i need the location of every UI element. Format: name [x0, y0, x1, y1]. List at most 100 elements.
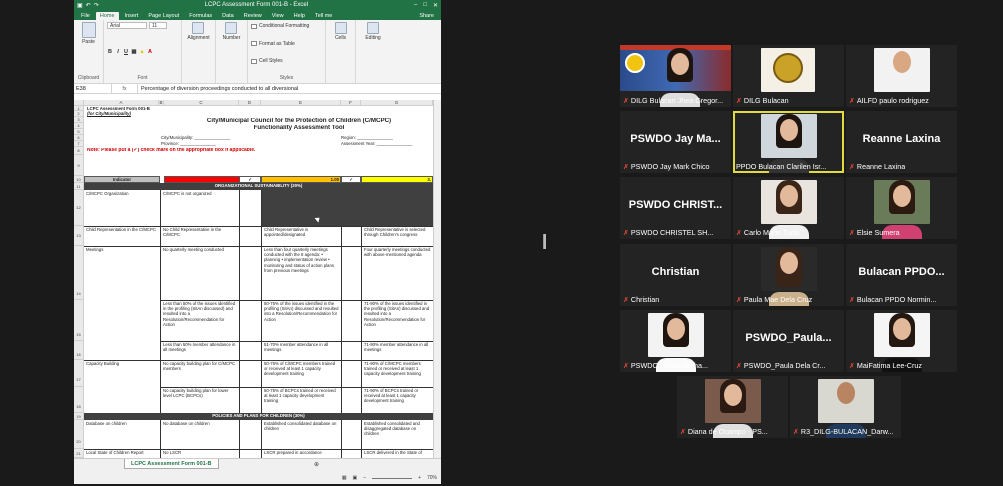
- row-header[interactable]: 10: [74, 176, 84, 183]
- score-red-cell[interactable]: [164, 176, 240, 183]
- zoom-out-icon[interactable]: –: [363, 475, 366, 481]
- criteria-cell[interactable]: No database on children: [162, 421, 238, 431]
- tab-formulas[interactable]: Formulas: [185, 12, 216, 20]
- fx-icon[interactable]: fx: [112, 84, 138, 93]
- row-header[interactable]: 19: [74, 413, 84, 420]
- criteria-cell[interactable]: No Child Representative in the C/MCPC: [162, 227, 238, 245]
- tab-home[interactable]: Home: [95, 12, 119, 20]
- tab-review[interactable]: Review: [240, 12, 266, 20]
- fill-color-icon[interactable]: ▲: [139, 49, 145, 55]
- indicator-cell[interactable]: Child Representation in the C/MCPC: [85, 227, 159, 245]
- participant-tile[interactable]: Bulacan PPDO... ✗ Bulacan PPDO Normin...: [846, 244, 957, 306]
- spreadsheet-grid[interactable]: A B C D E F G 1 2 3 4 5 6 7 8 9 10 11 12…: [74, 100, 441, 458]
- year-label[interactable]: Assessment Year: _______________: [340, 141, 434, 147]
- criteria-cell[interactable]: Established consolidated database on chi…: [263, 421, 340, 448]
- split-divider-handle[interactable]: [543, 234, 546, 249]
- note-text[interactable]: Note: Please put a (✓) check mark on the…: [86, 148, 386, 155]
- check-header[interactable]: ✓: [239, 176, 261, 183]
- editing-button[interactable]: Editing: [365, 22, 381, 41]
- number-button[interactable]: Number: [223, 22, 240, 41]
- sub-title[interactable]: Functionality Assessment Tool: [174, 125, 424, 132]
- check-header[interactable]: ✓: [341, 176, 361, 183]
- tab-help[interactable]: Help: [290, 12, 309, 20]
- undo-icon[interactable]: ↶: [86, 2, 91, 9]
- criteria-cell[interactable]: 50-75% of the issues identified in the p…: [263, 301, 340, 340]
- indicator-cell[interactable]: Local State of Children Report: [85, 450, 159, 458]
- row-header[interactable]: 16: [74, 341, 84, 360]
- criteria-cell[interactable]: 71-90% of BCPCs trained or received at l…: [363, 388, 433, 412]
- zoom-in-icon[interactable]: +: [418, 475, 421, 481]
- add-sheet-icon[interactable]: ⊕: [314, 461, 319, 468]
- cell-styles-button[interactable]: Cell Styles: [251, 57, 283, 65]
- criteria-cell[interactable]: No LSCR: [162, 450, 238, 458]
- criteria-cell[interactable]: 50-75% of BCPCs trained or received at l…: [263, 388, 340, 412]
- criteria-cell[interactable]: 71-90% member attendance in all meetings: [363, 342, 433, 359]
- tab-insert[interactable]: Insert: [121, 12, 143, 20]
- bold-button[interactable]: B: [107, 49, 113, 55]
- zoom-level[interactable]: 70%: [427, 475, 437, 481]
- row-header[interactable]: 18: [74, 387, 84, 413]
- normal-view-icon[interactable]: ▦: [342, 475, 347, 481]
- row-header[interactable]: 20: [74, 420, 84, 449]
- participant-tile[interactable]: ✗ MaiFatima Lee-Cruz: [846, 310, 957, 372]
- vertical-scrollbar[interactable]: [433, 100, 441, 458]
- participant-tile[interactable]: ✗ DILG Bulacan: [733, 45, 844, 107]
- criteria-cell[interactable]: No capacity building plan for lower leve…: [162, 388, 238, 412]
- criteria-cell[interactable]: C/MCPC is not organized: [162, 191, 238, 201]
- row-header[interactable]: 9: [74, 155, 84, 176]
- zoom-slider[interactable]: [372, 477, 413, 479]
- score-yellow-cell[interactable]: 3.: [361, 176, 433, 183]
- form-subtitle[interactable]: (for City/Municipality): [86, 111, 226, 117]
- main-title[interactable]: City/Municipal Council for the Protectio…: [174, 118, 424, 125]
- tab-file[interactable]: File: [77, 12, 94, 20]
- cells-button[interactable]: Cells: [334, 22, 347, 41]
- score-orange-cell[interactable]: 1.00: [261, 176, 341, 183]
- criteria-cell[interactable]: LSCR prepared in accordance: [263, 450, 340, 458]
- province-label[interactable]: Province: _______________: [160, 141, 270, 147]
- criteria-cell[interactable]: Child Representative is appointed/design…: [263, 227, 340, 245]
- criteria-cell[interactable]: 71-90% of C/MCPC members trained or rece…: [363, 361, 433, 386]
- conditional-formatting-button[interactable]: Conditional Formatting: [251, 22, 309, 30]
- participant-tile[interactable]: PSWDO Jay Ma... ✗ PSWDO Jay Mark Chico: [620, 111, 731, 173]
- shaded-cell[interactable]: [262, 190, 433, 226]
- underline-button[interactable]: U: [123, 49, 129, 55]
- maximize-icon[interactable]: □: [423, 2, 427, 9]
- page-layout-icon[interactable]: ▣: [353, 475, 358, 481]
- participant-tile[interactable]: ✗ Diana de Ocampo - PS...: [677, 376, 788, 438]
- tab-page-layout[interactable]: Page Layout: [144, 12, 183, 20]
- participant-tile[interactable]: Christian ✗ Christian: [620, 244, 731, 306]
- indicator-cell[interactable]: C/MCPC Organization: [85, 191, 159, 201]
- alignment-button[interactable]: Alignment: [187, 22, 210, 41]
- participant-tile[interactable]: PSWDO_Paula... ✗ PSWDO_Paula Dela Cr...: [733, 310, 844, 372]
- criteria-cell[interactable]: Established consolidated and disaggregat…: [363, 421, 433, 448]
- share-button[interactable]: Share: [415, 12, 438, 20]
- row-header[interactable]: 11: [74, 183, 84, 190]
- column-header[interactable]: D: [239, 100, 261, 106]
- row-header[interactable]: 13: [74, 226, 84, 246]
- font-name-select[interactable]: Arial: [107, 22, 147, 29]
- row-header[interactable]: 14: [74, 246, 84, 300]
- participant-tile[interactable]: ✗ PSWDO - Anna Micha...: [620, 310, 731, 372]
- minimize-icon[interactable]: –: [414, 2, 417, 9]
- italic-button[interactable]: I: [115, 49, 121, 55]
- sheet-tab[interactable]: LCPC Assessment Form 001-B: [124, 459, 219, 469]
- criteria-cell[interactable]: Less than 50% of the issues identified i…: [162, 301, 238, 340]
- indicator-cell[interactable]: Database on children: [85, 421, 159, 431]
- section-header[interactable]: ORGANIZATIONAL SUSTAINABILITY (20%): [84, 183, 433, 190]
- paste-button[interactable]: Paste: [81, 22, 96, 45]
- row-header[interactable]: 15: [74, 300, 84, 341]
- participant-tile[interactable]: ✗ DILG Bulacan Jhea Gregor...: [620, 45, 731, 107]
- format-as-table-button[interactable]: Format as Table: [251, 40, 295, 48]
- criteria-cell[interactable]: 71-90% of the issues identified in the p…: [363, 301, 433, 340]
- row-header[interactable]: 21: [74, 449, 84, 458]
- tab-view[interactable]: View: [268, 12, 288, 20]
- criteria-cell[interactable]: LSCR delivered in the State of: [363, 450, 433, 458]
- border-icon[interactable]: ▦: [131, 49, 137, 55]
- criteria-cell[interactable]: No capacity building plan for C/MCPC mem…: [162, 361, 238, 386]
- close-icon[interactable]: ✕: [433, 2, 438, 9]
- participant-tile[interactable]: ✗ R3_DILG-BULACAN_Darw...: [790, 376, 901, 438]
- column-header[interactable]: F: [341, 100, 361, 106]
- column-header[interactable]: G: [361, 100, 433, 106]
- criteria-cell[interactable]: Child Representative is selected through…: [363, 227, 433, 245]
- formula-input[interactable]: Percentage of diversion proceedings cond…: [138, 86, 441, 92]
